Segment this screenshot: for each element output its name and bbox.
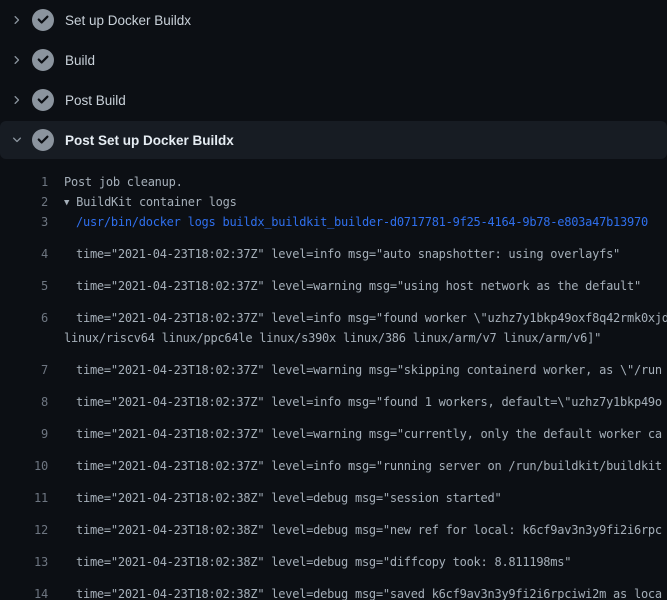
log-line: 3/usr/bin/docker logs buildx_buildkit_bu… [0,212,667,232]
step-label: Post Build [65,93,126,108]
chevron-down-icon [10,133,24,147]
log-text: time="2021-04-23T18:02:38Z" level=debug … [48,555,571,569]
check-circle-icon [32,89,54,111]
log-line: 8time="2021-04-23T18:02:37Z" level=info … [0,380,667,412]
log-text: Post job cleanup. [48,175,183,189]
line-number[interactable]: 14 [0,587,48,600]
line-number[interactable]: 9 [0,427,48,441]
log-text: time="2021-04-23T18:02:37Z" level=info m… [48,395,662,409]
check-circle-icon [32,9,54,31]
check-circle-icon [32,129,54,151]
actions-log-viewer: Set up Docker Buildx Build Post Build Post … [0,0,667,600]
line-number[interactable]: 10 [0,459,48,473]
log-group-toggle[interactable]: ▼ BuildKit container logs [48,195,237,209]
log-text: time="2021-04-23T18:02:38Z" level=debug … [48,523,662,537]
log-text: time="2021-04-23T18:02:37Z" level=info m… [48,459,662,473]
line-number[interactable]: 7 [0,363,48,377]
step-header-post-set-up-docker-buildx[interactable]: Post Set up Docker Buildx [0,121,667,159]
line-number[interactable]: 4 [0,247,48,261]
log-text: time="2021-04-23T18:02:37Z" level=warnin… [48,279,641,293]
log-text: linux/riscv64 linux/ppc64le linux/s390x … [48,331,601,345]
log-line: 10time="2021-04-23T18:02:37Z" level=info… [0,444,667,476]
log-line: 4time="2021-04-23T18:02:37Z" level=info … [0,232,667,264]
line-number[interactable]: 12 [0,523,48,537]
log-line: 7time="2021-04-23T18:02:37Z" level=warni… [0,348,667,380]
log-line: 12time="2021-04-23T18:02:38Z" level=debu… [0,508,667,540]
log-line: 6time="2021-04-23T18:02:37Z" level=info … [0,296,667,328]
log-line: 2 ▼ BuildKit container logs [0,192,667,212]
log-line: 14time="2021-04-23T18:02:38Z" level=debu… [0,572,667,600]
chevron-right-icon [10,13,24,27]
log-line-continuation: linux/riscv64 linux/ppc64le linux/s390x … [0,328,667,348]
log-text: time="2021-04-23T18:02:37Z" level=info m… [48,311,667,325]
step-label: Post Set up Docker Buildx [65,133,234,148]
log-text: time="2021-04-23T18:02:38Z" level=debug … [48,587,662,600]
log-area: 1Post job cleanup.2▼BuildKit container l… [0,160,667,600]
line-number[interactable]: 8 [0,395,48,409]
steps-list: Set up Docker Buildx Build Post Build Post … [0,0,667,159]
log-text: time="2021-04-23T18:02:37Z" level=warnin… [48,427,662,441]
group-toggle-label: BuildKit container logs [76,195,236,209]
log-line: 11time="2021-04-23T18:02:38Z" level=debu… [0,476,667,508]
log-text: time="2021-04-23T18:02:37Z" level=info m… [48,247,620,261]
step-label: Set up Docker Buildx [65,13,191,28]
step-header-post-build[interactable]: Post Build [0,80,667,120]
line-number[interactable]: 13 [0,555,48,569]
line-number[interactable]: 3 [0,215,48,229]
chevron-right-icon [10,93,24,107]
step-label: Build [65,53,95,68]
line-number[interactable]: 5 [0,279,48,293]
line-number[interactable]: 1 [0,175,48,189]
chevron-right-icon [10,53,24,67]
log-text: time="2021-04-23T18:02:37Z" level=warnin… [48,363,662,377]
log-line: 9time="2021-04-23T18:02:37Z" level=warni… [0,412,667,444]
line-number[interactable]: 2 [0,195,48,209]
check-circle-icon [32,49,54,71]
log-line: 13time="2021-04-23T18:02:38Z" level=debu… [0,540,667,572]
log-line: 5time="2021-04-23T18:02:37Z" level=warni… [0,264,667,296]
log-line: 1Post job cleanup. [0,172,667,192]
step-header-build[interactable]: Build [0,40,667,80]
triangle-down-icon: ▼ [64,198,69,208]
line-number[interactable]: 6 [0,311,48,325]
log-text: time="2021-04-23T18:02:38Z" level=debug … [48,491,501,505]
command-text: /usr/bin/docker logs buildx_buildkit_bui… [48,215,648,229]
line-number[interactable]: 11 [0,491,48,505]
step-header-set-up-docker-buildx[interactable]: Set up Docker Buildx [0,0,667,40]
